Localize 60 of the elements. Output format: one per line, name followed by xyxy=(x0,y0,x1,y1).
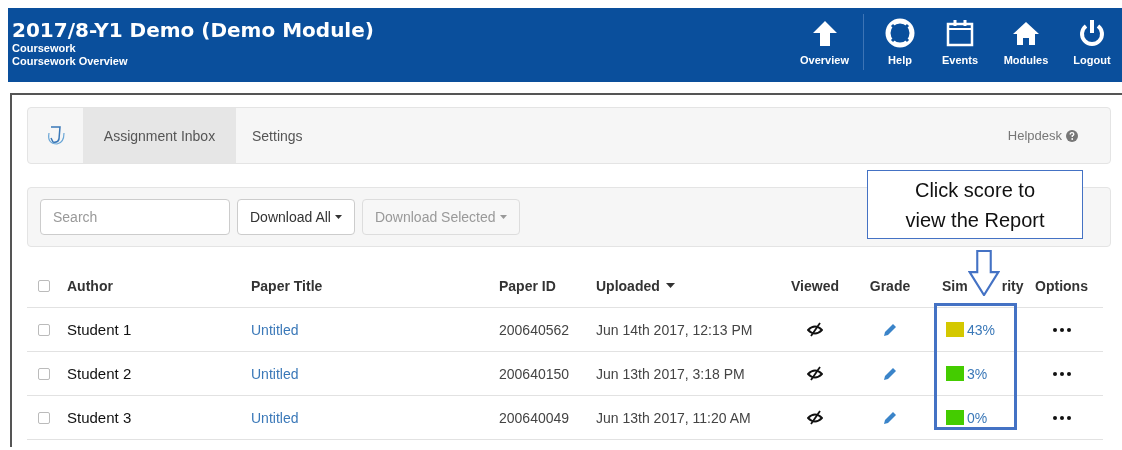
table-cell: Jun 13th 2017, 3:18 PM xyxy=(596,365,745,382)
caret-icon xyxy=(499,215,507,219)
nav-button[interactable]: Help xyxy=(870,14,930,70)
sort-caret-icon[interactable] xyxy=(665,283,675,288)
column-header: rity xyxy=(1001,277,1024,294)
eye-slash-icon xyxy=(807,321,823,338)
helpdesk-link[interactable]: Helpdesk xyxy=(1007,128,1078,143)
down-arrow-annotation xyxy=(968,250,1000,296)
calendar-icon xyxy=(945,18,975,48)
module-title: 2017/8-Y1 Demo (Demo Module) xyxy=(12,18,374,42)
table-cell: Jun 13th 2017, 11:20 AM xyxy=(596,409,751,426)
nav-button[interactable]: Overview xyxy=(786,14,864,70)
table-cell: 200640150 xyxy=(499,365,570,382)
nav-button[interactable]: Events xyxy=(930,14,990,70)
nav-button[interactable]: Modules xyxy=(990,14,1062,70)
paper-title-link[interactable]: Untitled xyxy=(251,409,299,426)
eye-slash-icon xyxy=(807,365,823,382)
more-options-icon[interactable] xyxy=(1051,414,1072,421)
column-header: Paper Title xyxy=(251,277,323,294)
checkbox[interactable] xyxy=(38,411,50,424)
table-cell: Student 1 xyxy=(67,321,132,338)
column-header: Options xyxy=(1035,277,1088,294)
tab[interactable]: Assignment Inbox xyxy=(83,108,236,163)
logo-icon xyxy=(45,124,66,147)
paper-title-link[interactable]: Untitled xyxy=(251,321,299,338)
paper-title-link[interactable]: Untitled xyxy=(251,365,299,382)
search-field[interactable]: Search xyxy=(40,199,230,235)
download-button[interactable]: Download All xyxy=(237,199,355,235)
column-header: Viewed xyxy=(791,277,839,294)
eye-slash-icon xyxy=(807,409,823,426)
caret-icon xyxy=(334,215,342,219)
table-cell: Student 3 xyxy=(67,409,132,426)
breadcrumb-link[interactable]: Coursework Overview xyxy=(12,55,374,68)
table-cell: 200640562 xyxy=(499,321,570,338)
breadcrumb-link[interactable]: Coursework xyxy=(12,42,374,55)
column-header: Author xyxy=(67,277,113,294)
checkbox[interactable] xyxy=(38,279,50,292)
similarity-score-link[interactable]: 0% xyxy=(967,409,988,426)
help-icon xyxy=(1066,129,1078,142)
pencil-icon[interactable] xyxy=(882,365,898,382)
more-options-icon[interactable] xyxy=(1051,370,1072,377)
similarity-score-link[interactable]: 43% xyxy=(967,321,996,338)
similarity-score-link[interactable]: 3% xyxy=(967,365,988,382)
callout-note: Click score to view the Report xyxy=(867,170,1083,239)
nav-button[interactable]: Logout xyxy=(1062,14,1122,70)
column-header: Sim xyxy=(942,277,968,294)
pencil-icon[interactable] xyxy=(882,409,898,426)
column-header: Grade xyxy=(869,277,911,294)
more-options-icon[interactable] xyxy=(1051,326,1072,333)
checkbox[interactable] xyxy=(38,323,50,336)
lifebuoy-icon xyxy=(885,18,915,48)
table-cell: Jun 14th 2017, 12:13 PM xyxy=(596,321,753,338)
power-icon xyxy=(1077,18,1107,48)
table-cell: 200640049 xyxy=(499,409,570,426)
tab[interactable]: Settings xyxy=(236,108,319,163)
pencil-icon[interactable] xyxy=(882,321,898,338)
checkbox[interactable] xyxy=(38,367,50,380)
column-header: Paper ID xyxy=(499,277,556,294)
table-cell: Student 2 xyxy=(67,365,132,382)
column-header[interactable]: Uploaded xyxy=(596,277,660,294)
